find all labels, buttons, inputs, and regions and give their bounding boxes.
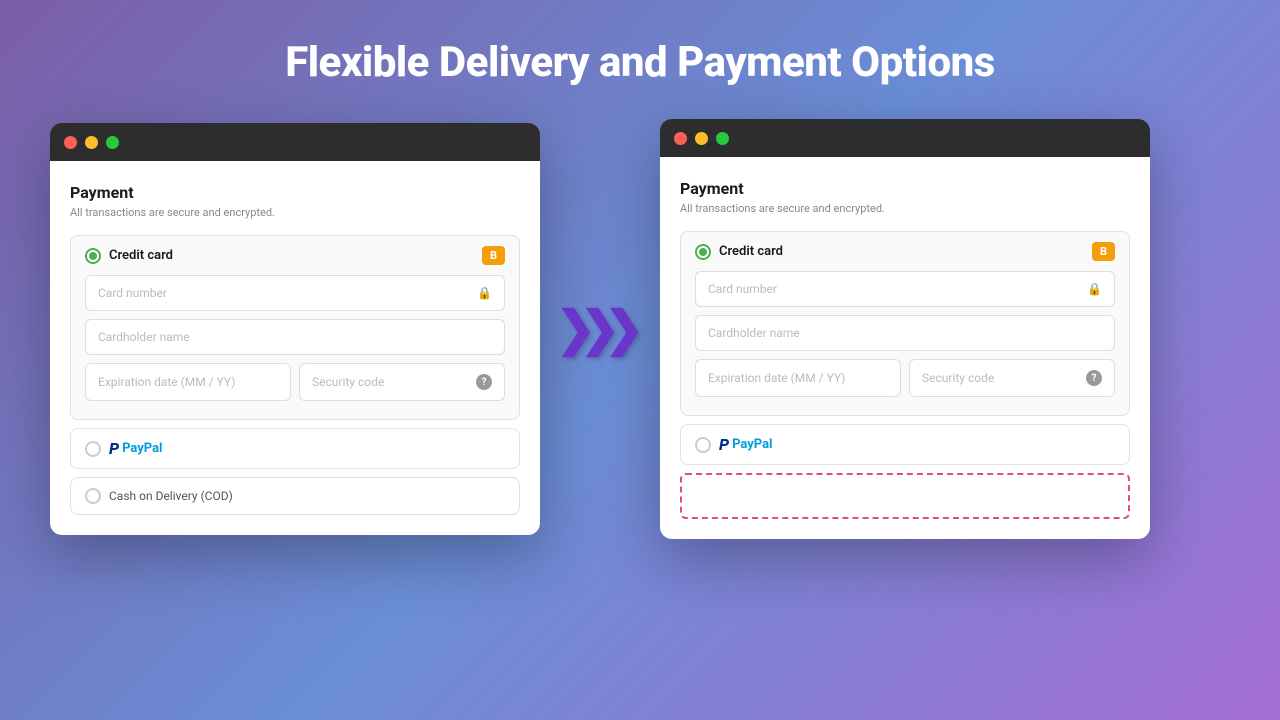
left-cardholder-placeholder: Cardholder name [98, 330, 190, 344]
right-expiry-placeholder: Expiration date (MM / YY) [708, 371, 845, 385]
left-card-number-placeholder: Card number [98, 286, 167, 300]
right-two-col: Expiration date (MM / YY) Security code … [695, 359, 1115, 397]
left-credit-card-label: Credit card [109, 248, 173, 263]
right-cardholder-field[interactable]: Cardholder name [695, 315, 1115, 351]
right-close-button[interactable] [674, 132, 687, 145]
left-credit-card-radio[interactable] [85, 248, 101, 264]
left-minimize-button[interactable] [85, 136, 98, 149]
right-security-placeholder: Security code [922, 371, 994, 385]
left-cod-radio[interactable] [85, 488, 101, 504]
right-card-fields: Card number 🔒 Cardholder name Expiration… [695, 271, 1115, 397]
left-two-col: Expiration date (MM / YY) Security code … [85, 363, 505, 401]
right-badge: B [1092, 242, 1115, 261]
page-title: Flexible Delivery and Payment Options [285, 38, 995, 87]
right-credit-card-option[interactable]: Credit card B Card number 🔒 Cardholder n… [680, 231, 1130, 416]
left-window-body: Payment All transactions are secure and … [50, 161, 540, 535]
left-paypal-option[interactable]: P PayPal [70, 428, 520, 469]
right-minimize-button[interactable] [695, 132, 708, 145]
left-payment-subtitle: All transactions are secure and encrypte… [70, 206, 520, 219]
left-expiry-placeholder: Expiration date (MM / YY) [98, 375, 235, 389]
right-window: Payment All transactions are secure and … [660, 119, 1150, 539]
left-credit-card-option[interactable]: Credit card B Card number 🔒 Cardholder n… [70, 235, 520, 420]
left-cod-label: Cash on Delivery (COD) [109, 489, 233, 503]
right-credit-card-radio[interactable] [695, 244, 711, 260]
left-expiry-field[interactable]: Expiration date (MM / YY) [85, 363, 291, 401]
left-window: Payment All transactions are secure and … [50, 123, 540, 535]
right-paypal-option[interactable]: P PayPal [680, 424, 1130, 465]
arrows-container: ❯ ❯ ❯ [540, 305, 660, 353]
right-titlebar [660, 119, 1150, 157]
left-cardholder-field[interactable]: Cardholder name [85, 319, 505, 355]
left-maximize-button[interactable] [106, 136, 119, 149]
left-payment-title: Payment [70, 183, 520, 202]
right-credit-card-label: Credit card [719, 244, 783, 259]
right-expiry-field[interactable]: Expiration date (MM / YY) [695, 359, 901, 397]
panels-row: Payment All transactions are secure and … [50, 119, 1230, 539]
right-cardholder-placeholder: Cardholder name [708, 326, 800, 340]
right-lock-icon: 🔒 [1087, 282, 1102, 296]
right-payment-title: Payment [680, 179, 1130, 198]
left-help-icon[interactable]: ? [476, 374, 492, 390]
left-cod-option[interactable]: Cash on Delivery (COD) [70, 477, 520, 515]
right-window-body: Payment All transactions are secure and … [660, 157, 1150, 539]
right-maximize-button[interactable] [716, 132, 729, 145]
left-close-button[interactable] [64, 136, 77, 149]
left-lock-icon: 🔒 [477, 286, 492, 300]
right-security-field[interactable]: Security code ? [909, 359, 1115, 397]
right-card-number-field[interactable]: Card number 🔒 [695, 271, 1115, 307]
left-security-field[interactable]: Security code ? [299, 363, 505, 401]
right-payment-subtitle: All transactions are secure and encrypte… [680, 202, 1130, 215]
left-badge: B [482, 246, 505, 265]
left-paypal-logo: P PayPal [109, 439, 162, 458]
right-dashed-placeholder [680, 473, 1130, 519]
left-titlebar [50, 123, 540, 161]
right-help-icon[interactable]: ? [1086, 370, 1102, 386]
left-card-number-field[interactable]: Card number 🔒 [85, 275, 505, 311]
right-paypal-radio[interactable] [695, 437, 711, 453]
right-card-number-placeholder: Card number [708, 282, 777, 296]
left-paypal-radio[interactable] [85, 441, 101, 457]
left-card-fields: Card number 🔒 Cardholder name Expiration… [85, 275, 505, 401]
right-paypal-logo: P PayPal [719, 435, 772, 454]
arrow-3: ❯ [604, 305, 644, 353]
left-security-placeholder: Security code [312, 375, 384, 389]
